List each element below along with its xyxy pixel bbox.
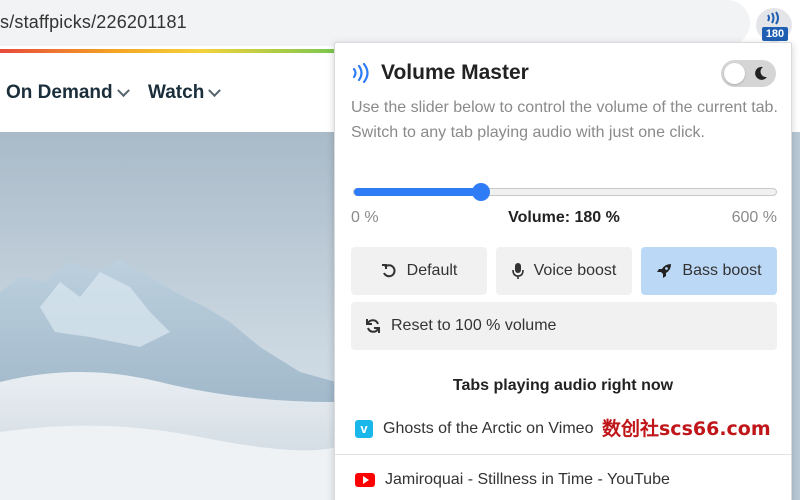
tab-title: Ghosts of the Arctic on Vimeo: [383, 419, 594, 437]
default-preset-button[interactable]: Default: [351, 247, 487, 295]
toggle-knob: [724, 63, 745, 84]
preset-label: Default: [406, 262, 458, 279]
preset-label: Bass boost: [682, 262, 762, 279]
extension-badge: 180: [762, 27, 788, 41]
nav-on-demand[interactable]: On Demand: [6, 82, 130, 104]
volume-master-extension-button[interactable]: 180: [756, 8, 792, 42]
site-navigation: On Demand Watch: [0, 54, 336, 132]
popup-header: Volume Master: [351, 61, 529, 85]
preset-label: Voice boost: [533, 262, 617, 279]
speaker-waves-icon: [767, 11, 779, 25]
address-bar[interactable]: s/staffpicks/226201181: [0, 0, 750, 46]
slider-max-label: 600 %: [731, 209, 777, 226]
youtube-icon: [355, 473, 375, 487]
reset-volume-button[interactable]: Reset to 100 % volume: [351, 302, 777, 350]
tabs-heading: Tabs playing audio right now: [452, 377, 674, 394]
preset-buttons: Default Voice boost Bass boost: [351, 247, 777, 295]
dark-mode-toggle[interactable]: [721, 60, 776, 87]
current-volume-label: Volume: 180 %: [508, 209, 620, 226]
slider-fill: [354, 188, 481, 196]
speaker-waves-icon: [352, 63, 369, 83]
url-text[interactable]: s/staffpicks/226201181: [0, 12, 187, 33]
tab-title: Jamiroquai - Stillness in Time - YouTube: [385, 471, 670, 488]
reset-label: Reset to 100 % volume: [391, 317, 557, 334]
voice-boost-button[interactable]: Voice boost: [496, 247, 632, 295]
nav-label: On Demand: [6, 82, 113, 103]
undo-icon: [381, 264, 396, 278]
page-progress-strip: [0, 49, 336, 53]
nav-label: Watch: [148, 82, 205, 103]
slider-thumb[interactable]: [471, 183, 490, 201]
vimeo-icon: v: [355, 419, 373, 438]
watermark: 数创社scs66.com: [602, 418, 771, 440]
audio-tab-item[interactable]: Jamiroquai - Stillness in Time - YouTube: [335, 454, 791, 500]
popup-title: Volume Master: [381, 61, 529, 84]
slider-labels: 0 % Volume: 180 % 600 %: [351, 209, 777, 229]
chevron-down-icon: [208, 83, 222, 97]
rocket-icon: [657, 264, 672, 278]
moon-icon: [755, 66, 767, 80]
bass-boost-button[interactable]: Bass boost: [641, 247, 777, 295]
volume-slider[interactable]: [353, 183, 777, 201]
microphone-icon: [511, 262, 524, 279]
refresh-icon: [366, 319, 380, 333]
nav-watch[interactable]: Watch: [148, 82, 222, 104]
popup-description: Use the slider below to control the volu…: [351, 99, 778, 141]
chevron-down-icon: [116, 83, 130, 97]
